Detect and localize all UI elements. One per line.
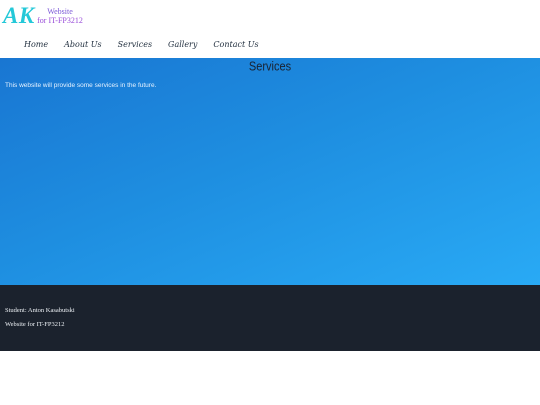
page-description: This website will provide some services … xyxy=(5,82,157,89)
main-nav: Home About Us Services Gallery Contact U… xyxy=(0,38,259,54)
subtitle-line-2: for IT-FP3212 xyxy=(37,16,83,25)
site-header: AK Website for IT-FP3212 Home About Us S… xyxy=(0,0,540,58)
page-title: Services xyxy=(248,60,292,74)
nav-services[interactable]: Services xyxy=(118,38,152,54)
site-footer: Student: Anton Kasabutski Website for IT… xyxy=(0,285,540,351)
site-subtitle: Website for IT-FP3212 xyxy=(30,7,90,25)
main-content: Services This website will provide some … xyxy=(0,58,540,285)
nav-gallery[interactable]: Gallery xyxy=(168,38,197,54)
nav-about-us[interactable]: About Us xyxy=(64,38,101,54)
footer-student: Student: Anton Kasabutski xyxy=(5,307,75,314)
subtitle-line-1: Website xyxy=(47,7,73,16)
nav-home[interactable]: Home xyxy=(24,38,48,54)
nav-contact-us[interactable]: Contact Us xyxy=(213,38,258,54)
footer-course: Website for IT-FP3212 xyxy=(5,321,65,328)
